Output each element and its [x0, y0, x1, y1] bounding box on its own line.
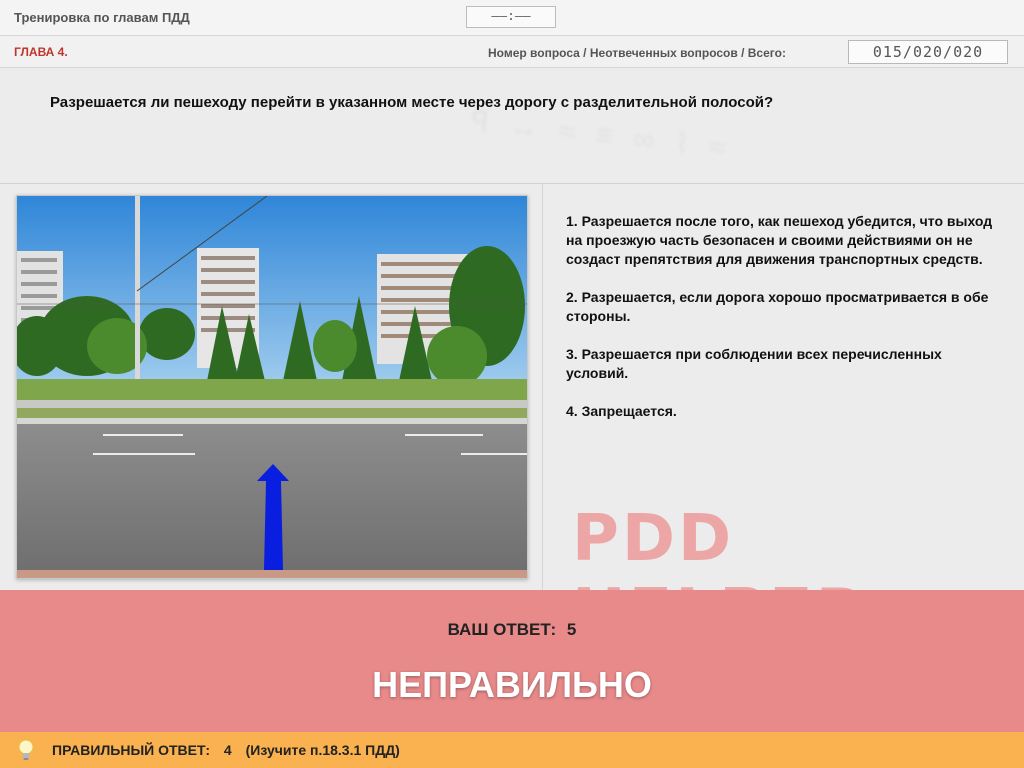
- chapter-label: ГЛАВА 4.: [14, 45, 68, 59]
- your-answer: ВАШ ОТВЕТ: 5: [0, 620, 1024, 640]
- answer-option-4[interactable]: 4. Запрещается.: [566, 402, 1006, 421]
- answer-option-3[interactable]: 3. Разрешается при соблюдении всех переч…: [566, 345, 1006, 383]
- lightbulb-icon: [18, 739, 34, 760]
- study-hint: (Изучите п.18.3.1 ПДД): [245, 742, 400, 758]
- answer-option-1[interactable]: 1. Разрешается после того, как пешеход у…: [566, 212, 1006, 269]
- verdict-text: НЕПРАВИЛЬНО: [372, 664, 652, 705]
- result-panel: ВАШ ОТВЕТ: 5 НЕПРАВИЛЬНО: [0, 590, 1024, 732]
- question-panel: Разрешается ли пешеходу перейти в указан…: [0, 68, 1024, 184]
- correct-answer-text: ПРАВИЛЬНЫЙ ОТВЕТ: 4 (Изучите п.18.3.1 ПД…: [52, 742, 410, 758]
- question-image: [16, 195, 528, 579]
- chapter-bar: ГЛАВА 4. Номер вопроса / Неотвеченных во…: [0, 36, 1024, 68]
- answer-list: 1. Разрешается после того, как пешеход у…: [566, 212, 1006, 440]
- column-divider: [542, 184, 543, 590]
- correct-answer-bar: ПРАВИЛЬНЫЙ ОТВЕТ: 4 (Изучите п.18.3.1 ПД…: [0, 732, 1024, 768]
- correct-answer-label: ПРАВИЛЬНЫЙ ОТВЕТ:: [52, 742, 211, 758]
- correct-answer-value: 4: [223, 742, 232, 758]
- question-counter-label: Номер вопроса / Неотвеченных вопросов / …: [488, 46, 786, 60]
- top-bar: Тренировка по главам ПДД ––:––: [0, 0, 1024, 36]
- answer-option-2[interactable]: 2. Разрешается, если дорога хорошо просм…: [566, 288, 1006, 326]
- your-answer-value: 5: [566, 620, 577, 639]
- question-text: Разрешается ли пешеходу перейти в указан…: [50, 94, 774, 111]
- mode-title: Тренировка по главам ПДД: [14, 10, 190, 25]
- your-answer-label: ВАШ ОТВЕТ:: [447, 620, 557, 639]
- question-counter: 015/020/020: [848, 40, 1008, 64]
- timer-display: ––:––: [466, 6, 556, 28]
- watermark-ghost: ꟼ ↔ ≈ ≡ ∞ ⌇ ≈: [468, 105, 734, 166]
- content-area: 1. Разрешается после того, как пешеход у…: [0, 184, 1024, 650]
